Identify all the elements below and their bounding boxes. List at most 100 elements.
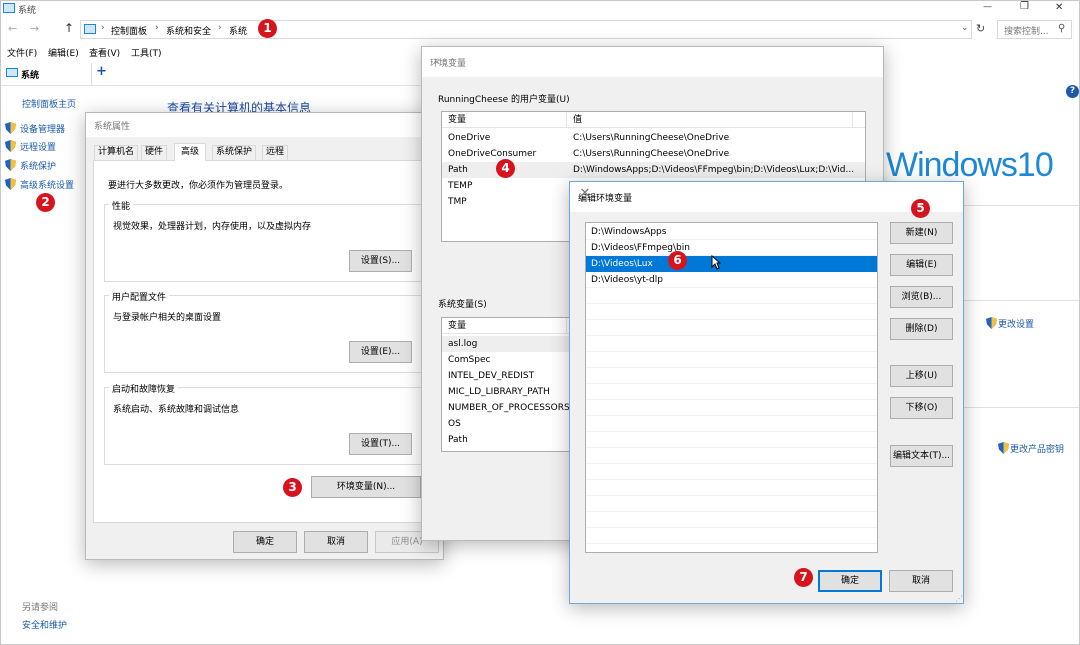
step-marker-2: 2	[36, 193, 55, 212]
empty-row-line	[586, 319, 877, 320]
uac-shield-icon	[998, 442, 1009, 454]
tab-advanced[interactable]: 高级	[174, 143, 207, 161]
uac-shield-icon	[5, 140, 16, 152]
change-settings-link[interactable]: 更改设置	[986, 317, 1034, 330]
empty-row-line	[586, 367, 877, 368]
column-header-variable[interactable]: 变量	[448, 318, 466, 333]
empty-row-line	[586, 303, 877, 304]
close-icon[interactable]: ✕	[578, 187, 592, 201]
sidebar-item-advanced[interactable]: 高级系统设置	[5, 178, 74, 191]
browse-button[interactable]: 浏览(B)...	[890, 286, 953, 308]
system-variables-label: 系统变量(S)	[438, 300, 487, 310]
back-button[interactable]: ←	[8, 22, 17, 35]
empty-row-line	[586, 431, 877, 432]
refresh-button[interactable]: ↻	[976, 22, 985, 35]
crumb-control-panel[interactable]: 控制面板	[111, 24, 147, 37]
dialog-title-bar: 系统属性	[86, 113, 443, 137]
empty-row-line	[586, 479, 877, 480]
address-bar-row: ← → ↑ › 控制面板 › 系统和安全 › 系统 ⌄ ↻ 搜索控制... ⚲	[0, 18, 1080, 42]
sidebar-item-label: 高级系统设置	[20, 181, 75, 191]
tab-system[interactable]: 系统	[0, 63, 92, 85]
menu-file[interactable]: 文件(F)	[7, 46, 37, 59]
computer-icon	[6, 68, 18, 77]
close-icon[interactable]: ✕	[430, 56, 444, 70]
move-up-button[interactable]: 上移(U)	[890, 365, 953, 387]
help-icon[interactable]: ?	[1066, 85, 1079, 98]
step-marker-3: 3	[283, 478, 302, 497]
column-header-value[interactable]: 值	[573, 112, 582, 127]
table-row[interactable]: OneDrive C:\Users\RunningCheese\OneDrive	[442, 130, 865, 146]
tab-divider	[0, 85, 420, 86]
crumb-system-security[interactable]: 系统和安全	[166, 24, 211, 37]
move-down-button[interactable]: 下移(O)	[890, 397, 953, 419]
crumb-system[interactable]: 系统	[229, 24, 247, 37]
up-button[interactable]: ↑	[64, 21, 74, 35]
dialog-title-bar: 编辑环境变量 ✕	[570, 182, 963, 212]
new-button[interactable]: 新建(N)	[890, 222, 953, 244]
user-profiles-group: 用户配置文件 与登录帐户相关的桌面设置 设置(E)...	[104, 290, 444, 373]
dialog-title: 系统属性	[94, 122, 131, 132]
row-name: TMP	[448, 197, 467, 207]
search-input[interactable]: 搜索控制... ⚲	[997, 20, 1072, 39]
sidebar-item-device-manager[interactable]: 设备管理器	[5, 122, 65, 135]
empty-row-line	[586, 511, 877, 512]
sidebar-item-protection[interactable]: 系统保护	[5, 159, 56, 172]
chevron-down-icon[interactable]: ⌄	[961, 23, 969, 33]
windows-10-logo: Windows10	[886, 146, 1054, 184]
delete-button[interactable]: 删除(D)	[890, 318, 953, 340]
user-profiles-settings-button[interactable]: 设置(E)...	[349, 341, 412, 363]
startup-recovery-label: 启动和故障恢复	[109, 382, 179, 395]
minimize-button[interactable]: —	[983, 2, 992, 12]
entry-text: D:\Videos\yt-dlp	[591, 275, 663, 285]
sidebar-home-link[interactable]: 控制面板主页	[22, 97, 76, 110]
path-entry[interactable]: D:\Videos\FFmpeg\bin	[586, 240, 877, 256]
row-name: asl.log	[448, 339, 478, 349]
edit-text-button[interactable]: 编辑文本(T)...	[890, 445, 953, 467]
tab-computer-name[interactable]: 计算机名	[94, 145, 139, 160]
ok-button[interactable]: 确定	[818, 570, 882, 592]
path-entry[interactable]: D:\Videos\yt-dlp	[586, 272, 877, 288]
menu-tools[interactable]: 工具(T)	[131, 46, 162, 59]
column-divider	[566, 112, 567, 127]
menu-edit[interactable]: 编辑(E)	[48, 46, 79, 59]
performance-settings-button[interactable]: 设置(S)...	[349, 250, 412, 272]
tab-remote[interactable]: 远程	[262, 145, 289, 160]
cancel-button[interactable]: 取消	[889, 570, 953, 592]
edit-button[interactable]: 编辑(E)	[890, 254, 953, 276]
maximize-button[interactable]: ❐	[1020, 1, 1029, 12]
security-maintenance-link[interactable]: 安全和维护	[22, 618, 67, 631]
cancel-button[interactable]: 取消	[304, 531, 368, 553]
forward-button[interactable]: →	[30, 22, 39, 35]
edit-environment-variable-dialog: 编辑环境变量 ✕ D:\WindowsApps D:\Videos\FFmpeg\…	[569, 181, 964, 604]
address-field[interactable]: › 控制面板 › 系统和安全 › 系统 ⌄	[80, 20, 972, 39]
path-entry[interactable]: D:\WindowsApps	[586, 224, 877, 240]
change-settings-label: 更改设置	[998, 320, 1035, 330]
mouse-cursor-icon	[711, 255, 721, 270]
column-header-variable[interactable]: 变量	[448, 112, 466, 127]
row-value: C:\Users\RunningCheese\OneDrive	[573, 149, 730, 159]
row-name: MIC_LD_LIBRARY_PATH	[448, 387, 550, 397]
row-value: D:\WindowsApps;D:\Videos\FFmpeg\bin;D:\V…	[573, 165, 855, 175]
path-entry-selected[interactable]: D:\Videos\Lux	[586, 256, 877, 272]
entry-text: D:\WindowsApps	[591, 227, 667, 237]
user-variables-label: RunningCheese 的用户变量(U)	[438, 95, 570, 105]
resize-grip-icon[interactable]: ⋰	[955, 594, 963, 603]
user-profiles-desc: 与登录帐户相关的桌面设置	[113, 313, 222, 323]
sidebar-item-remote[interactable]: 远程设置	[5, 140, 56, 153]
new-tab-button[interactable]: +	[96, 64, 107, 79]
tab-hardware[interactable]: 硬件	[141, 145, 168, 160]
startup-recovery-settings-button[interactable]: 设置(T)...	[349, 433, 412, 455]
menu-view[interactable]: 查看(V)	[89, 46, 120, 59]
system-properties-dialog: 系统属性 计算机名 硬件 高级 系统保护 远程 要进行大多数更改，你必须作为管理…	[85, 112, 444, 560]
close-button[interactable]: ✕	[1055, 2, 1063, 13]
environment-variables-button[interactable]: 环境变量(N)...	[311, 476, 421, 498]
step-marker-5: 5	[911, 199, 930, 218]
change-product-key-link[interactable]: 更改产品密钥	[998, 442, 1064, 455]
step-marker-4: 4	[496, 159, 515, 178]
ok-button[interactable]: 确定	[233, 531, 297, 553]
tab-system-protection[interactable]: 系统保护	[212, 145, 257, 160]
path-entries-list[interactable]: D:\WindowsApps D:\Videos\FFmpeg\bin D:\V…	[585, 222, 878, 553]
computer-icon	[3, 3, 15, 13]
empty-row-line	[586, 463, 877, 464]
step-marker-7: 7	[794, 568, 813, 587]
